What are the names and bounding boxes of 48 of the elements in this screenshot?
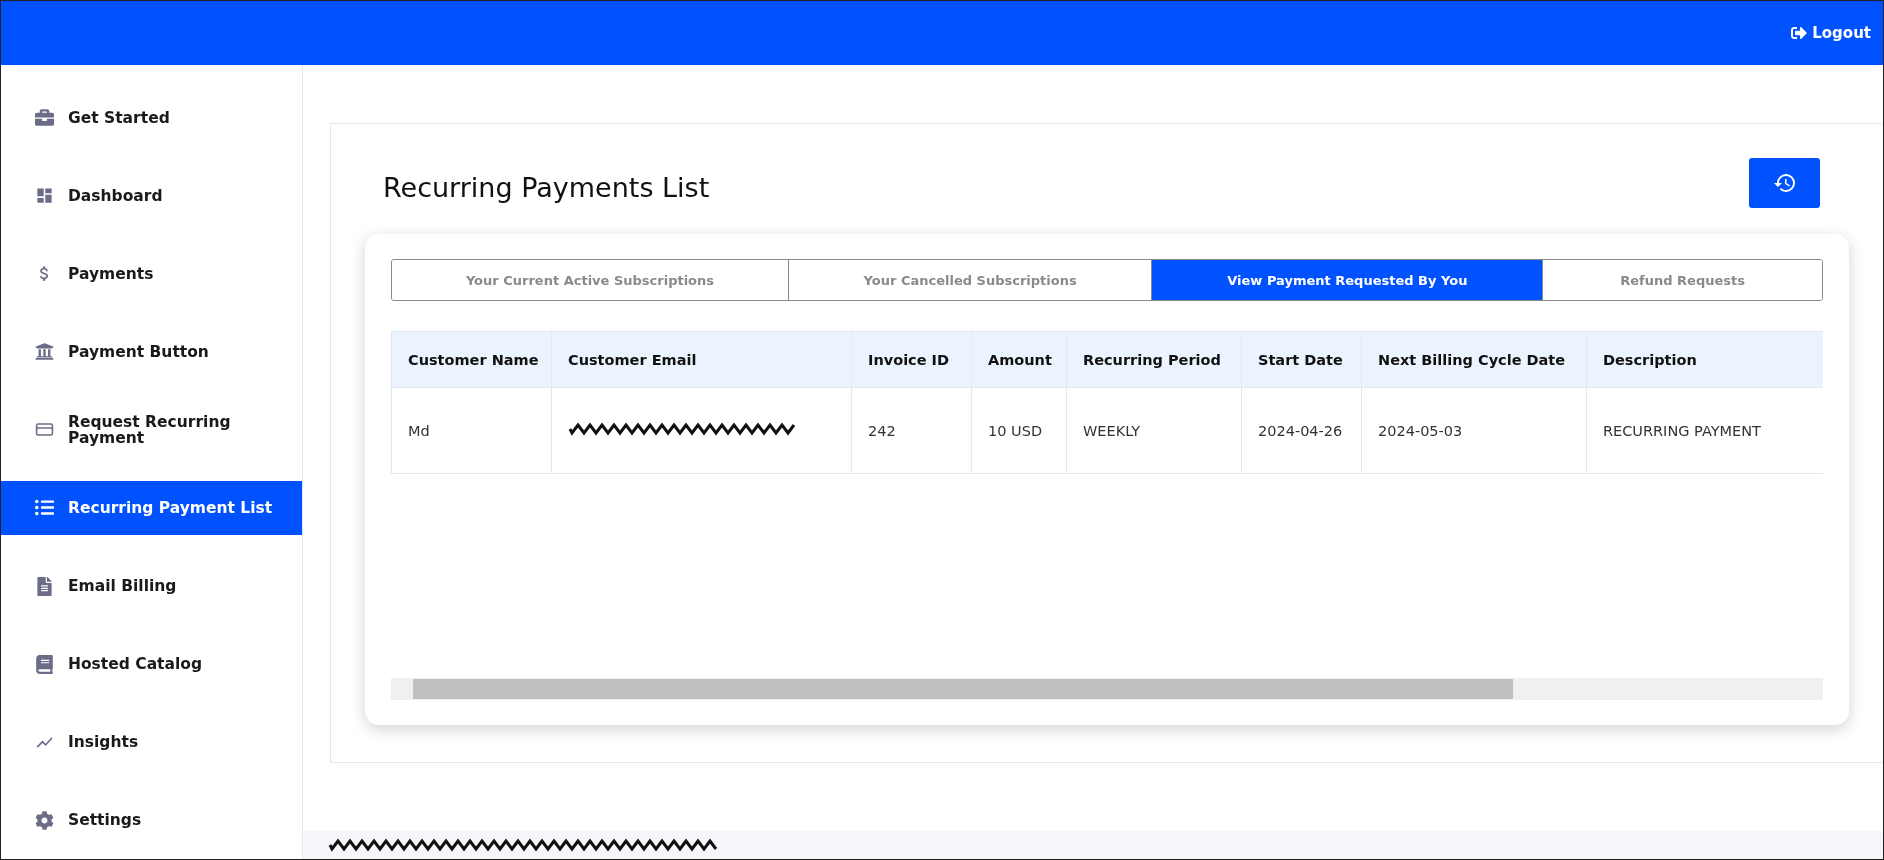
sidebar-label: Payments <box>68 265 154 283</box>
sidebar-item[interactable]: Hosted Catalog <box>1 625 302 704</box>
sidebar-item[interactable]: Recurring Payment List <box>1 480 302 536</box>
history-button[interactable] <box>1749 158 1820 208</box>
sidebar-label: Request Recurring Payment <box>68 413 232 447</box>
bank-icon <box>35 342 54 362</box>
horizontal-scrollbar[interactable] <box>391 678 1823 700</box>
column-header: Recurring Period <box>1066 331 1242 388</box>
sidebar-label: Payment Button <box>68 343 209 360</box>
briefcase-icon <box>35 108 54 128</box>
logout-icon <box>1791 25 1808 41</box>
sidebar-item[interactable]: Payment Button <box>1 312 302 391</box>
sidebar-label: Settings <box>68 811 142 829</box>
column-header: Description <box>1586 331 1823 388</box>
tab[interactable]: View Payment Requested By You <box>1151 260 1543 300</box>
column-header: Customer Name <box>391 331 552 388</box>
column-header: Next Billing Cycle Date <box>1361 331 1587 388</box>
sidebar-item[interactable]: Request Recurring Payment <box>1 390 302 469</box>
sidebar-label: Get Started <box>68 109 170 127</box>
sidebar-item[interactable]: Payments <box>1 234 302 313</box>
book-icon <box>35 654 54 674</box>
sidebar-label: Dashboard <box>68 187 163 205</box>
page-title: Recurring Payments List <box>383 172 710 203</box>
column-header: Customer Email <box>551 331 852 388</box>
dashboard-icon <box>35 186 54 206</box>
table-cell: WEEKLY <box>1066 387 1242 474</box>
table-cell: 10 USD <box>971 387 1067 474</box>
table-cell: Md <box>391 387 552 474</box>
sidebar-item[interactable]: Email Billing <box>1 547 302 626</box>
list-icon <box>35 498 54 518</box>
sidebar-label: Hosted Catalog <box>68 655 203 673</box>
sidebar-item[interactable]: Get Started <box>1 79 302 157</box>
sidebar-item[interactable]: Dashboard <box>1 156 302 235</box>
sidebar-label: Recurring Payment List <box>68 499 273 517</box>
sidebar-item[interactable]: Settings <box>1 781 302 859</box>
table-cell: 2024-04-26 <box>1241 387 1362 474</box>
settings-icon <box>35 810 54 830</box>
history-icon <box>1772 171 1797 195</box>
column-header: Invoice ID <box>851 331 972 388</box>
table-cell: 2024-05-03 <box>1361 387 1587 474</box>
logout-link[interactable]: Logout <box>1791 24 1871 42</box>
document-icon <box>35 576 54 596</box>
sidebar-item[interactable]: Insights <box>1 703 302 782</box>
column-header: Amount <box>971 331 1067 388</box>
sidebar-label: Email Billing <box>68 577 177 595</box>
table-cell: 242 <box>851 387 972 474</box>
column-header: Start Date <box>1241 331 1362 388</box>
sidebar-label: Insights <box>68 733 139 751</box>
